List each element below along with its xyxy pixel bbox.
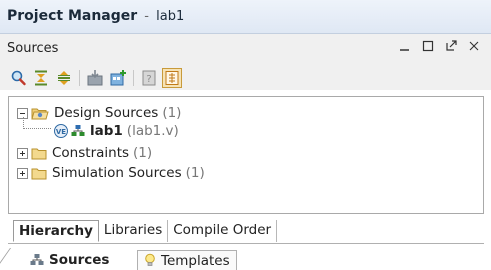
tab-label: Templates bbox=[161, 252, 230, 269]
sources-panel-header: Sources bbox=[0, 34, 491, 62]
tab-label: Sources bbox=[49, 252, 110, 268]
bottom-tabs: Sources Templates bbox=[0, 248, 491, 270]
tree-connector bbox=[23, 117, 51, 129]
sources-icon bbox=[30, 253, 44, 267]
tree-label: Design Sources bbox=[54, 105, 159, 121]
tree-label: lab1 bbox=[90, 123, 123, 139]
tree-label: Simulation Sources bbox=[52, 165, 182, 181]
toolbar-divider bbox=[79, 69, 80, 86]
expand-all-icon[interactable] bbox=[54, 68, 74, 88]
verilog-file-icon: VE bbox=[53, 123, 69, 139]
show-hierarchy-icon[interactable] bbox=[162, 67, 182, 88]
view-tabs: Hierarchy Libraries Compile Order bbox=[13, 220, 278, 244]
lightbulb-icon bbox=[144, 253, 156, 268]
window-title: Project Manager bbox=[7, 8, 138, 24]
close-icon[interactable] bbox=[467, 39, 481, 55]
collapse-all-icon[interactable] bbox=[31, 68, 51, 88]
tab-compile-order[interactable]: Compile Order bbox=[168, 220, 278, 242]
tab-edge bbox=[0, 248, 11, 270]
top-module-icon bbox=[71, 124, 85, 138]
properties-icon[interactable]: ? bbox=[139, 68, 159, 88]
window-title-bar: Project Manager - lab1 bbox=[0, 0, 491, 34]
project-name: lab1 bbox=[156, 9, 185, 24]
folder-icon bbox=[31, 147, 47, 160]
add-sources-icon[interactable] bbox=[108, 68, 128, 88]
sources-toolbar: ? bbox=[0, 62, 491, 90]
tab-libraries[interactable]: Libraries bbox=[99, 220, 169, 242]
sources-tree: Design Sources (1) VE lab1 (lab1.v) Cons… bbox=[8, 96, 484, 214]
tree-count: (1) bbox=[185, 165, 205, 181]
toolbar-divider bbox=[133, 69, 134, 86]
search-icon[interactable] bbox=[8, 68, 28, 88]
title-separator: - bbox=[144, 9, 149, 24]
tree-count: (1) bbox=[133, 145, 153, 161]
tree-file: (lab1.v) bbox=[126, 123, 179, 139]
tree-row-simulation-sources[interactable]: Simulation Sources (1) bbox=[17, 163, 205, 183]
expand-toggle[interactable] bbox=[17, 167, 28, 179]
undock-icon[interactable] bbox=[444, 39, 458, 55]
svg-text:?: ? bbox=[146, 74, 151, 85]
tree-label: Constraints bbox=[52, 145, 130, 161]
minimize-icon[interactable] bbox=[398, 39, 412, 55]
svg-text:VE: VE bbox=[56, 128, 66, 136]
maximize-icon[interactable] bbox=[421, 39, 435, 55]
expand-toggle[interactable] bbox=[17, 147, 28, 159]
tree-row-lab1[interactable]: VE lab1 (lab1.v) bbox=[53, 121, 179, 141]
tab-templates[interactable]: Templates bbox=[137, 250, 237, 270]
panel-window-controls bbox=[398, 39, 481, 55]
tabs-divider bbox=[8, 243, 484, 244]
tab-hierarchy[interactable]: Hierarchy bbox=[13, 220, 99, 242]
tree-row-constraints[interactable]: Constraints (1) bbox=[17, 143, 152, 163]
panel-title: Sources bbox=[7, 41, 59, 56]
tree-count: (1) bbox=[162, 105, 182, 121]
tab-sources[interactable]: Sources bbox=[30, 250, 109, 270]
import-icon[interactable] bbox=[85, 68, 105, 88]
folder-icon bbox=[31, 167, 47, 180]
